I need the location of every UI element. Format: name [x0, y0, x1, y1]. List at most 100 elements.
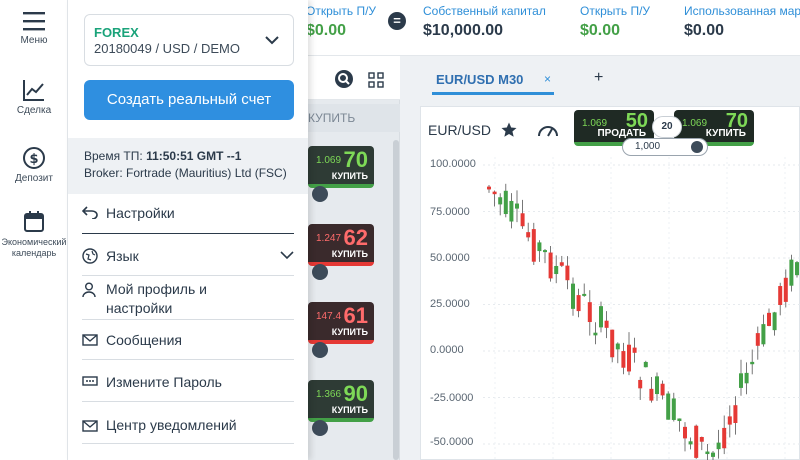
candle-body	[649, 388, 654, 401]
instrument-buy-button-3[interactable]: 147.4 61 КУПИТЬ	[308, 302, 374, 344]
candle-body	[750, 361, 755, 365]
left-rail: Меню Сделка $ Депозит Экономический кале…	[0, 0, 68, 460]
buy-label: КУПИТЬ	[705, 128, 746, 139]
candle-body	[627, 344, 631, 372]
candle-body	[492, 191, 497, 195]
candle-body	[677, 418, 682, 422]
chart-line-icon	[23, 80, 44, 101]
instrument-scrollbar[interactable]	[393, 140, 399, 460]
chevron-down-icon[interactable]	[312, 420, 328, 436]
close-icon[interactable]: ×	[544, 72, 551, 86]
speedometer-icon[interactable]	[537, 121, 559, 139]
menu-item-label: Центр уведомлений	[106, 417, 237, 433]
menu-item-label: Мой профиль и настройки	[106, 281, 207, 316]
candlestick-chart[interactable]	[421, 107, 800, 460]
server-time-value: 11:50:51 GMT --1	[146, 149, 242, 163]
menu-item-language[interactable]: Язык	[82, 236, 294, 276]
stat-equity: Собственный капитал $10,000.00	[423, 4, 546, 40]
rail-item-trade[interactable]: Сделка	[0, 78, 68, 116]
stat-open-pl-2: Открыть П/У $0.00	[580, 4, 650, 40]
menu-item-notification-center[interactable]: Центр уведомлений	[82, 402, 294, 444]
candle-body	[733, 405, 738, 423]
price-small: 1.366	[316, 389, 342, 400]
stat-used-margin: Использованная марж $0.00	[684, 4, 800, 40]
chevron-down-icon[interactable]	[312, 264, 328, 280]
menu-item-settings[interactable]: Настройки	[82, 196, 294, 234]
stat-open-pl-1: Открыть П/У $0.00	[306, 4, 376, 40]
candle-body	[621, 351, 626, 368]
rail-label-deposit: Депозит	[15, 173, 53, 184]
candle-body	[666, 393, 671, 420]
server-time-label: Время ТП:	[84, 149, 143, 163]
candle-body	[739, 373, 743, 388]
candle-body	[515, 203, 519, 209]
create-real-account-button[interactable]: Создать реальный счет	[84, 80, 294, 120]
candle-body	[727, 416, 732, 425]
candle-body	[548, 252, 553, 279]
buy-price-small: 1.069	[682, 118, 708, 129]
rail-label-trade: Сделка	[16, 105, 52, 116]
account-type: FOREX	[94, 25, 139, 40]
candle-body	[576, 295, 581, 312]
y-axis-label: 0.0000	[430, 344, 464, 356]
chevron-down-icon[interactable]	[312, 342, 328, 358]
globe-icon	[82, 248, 98, 264]
menu-item-messages[interactable]: Сообщения	[82, 320, 294, 360]
stat-label: Использованная марж	[684, 4, 800, 18]
candle-body	[755, 333, 760, 346]
candle-body	[587, 302, 592, 323]
candle-body	[520, 213, 525, 227]
main-menu-dropdown: FOREX 20180049 / USD / DEMO Создать реал…	[68, 0, 308, 460]
candle-body	[604, 320, 609, 328]
y-axis-label: 100.0000	[430, 158, 476, 170]
candle-body	[789, 259, 794, 286]
candle-body	[615, 343, 620, 350]
candle-body	[638, 379, 643, 389]
buy-label: КУПИТЬ	[331, 249, 368, 259]
star-icon[interactable]	[500, 121, 518, 139]
broker-name: Broker: Fortrade (Mauritius) Ltd (FSC)	[84, 166, 287, 180]
candle-body	[487, 186, 491, 190]
price-small: 147.4	[316, 311, 342, 322]
y-axis-label: 75.0000	[430, 206, 470, 218]
quantity-select[interactable]: 1,000	[622, 138, 708, 156]
grid-view-icon[interactable]	[368, 72, 384, 88]
candle-body	[711, 452, 715, 457]
menu-item-change-password[interactable]: Измените Пароль	[82, 360, 294, 402]
chart-tab-bar: EUR/USD M30 × +	[404, 56, 800, 100]
candle-body	[593, 332, 598, 336]
account-selector[interactable]: FOREX 20180049 / USD / DEMO	[84, 14, 294, 66]
candle-body	[531, 229, 536, 262]
instrument-buy-button-1[interactable]: 1.069 70 КУПИТЬ	[308, 146, 374, 188]
rail-item-deposit[interactable]: $ Депозит	[0, 146, 68, 184]
chevron-down-icon[interactable]	[312, 186, 328, 202]
candle-body	[537, 242, 542, 252]
rail-label-calendar: Экономический календарь	[1, 237, 67, 258]
candle-body	[722, 427, 727, 449]
price-big: 61	[343, 303, 368, 328]
instrument-buy-button-2[interactable]: 1.247 62 КУПИТЬ	[308, 224, 374, 266]
chevron-down-icon	[691, 141, 703, 153]
candle-body	[498, 197, 503, 205]
y-axis-label: -25.0000	[430, 392, 474, 404]
rail-item-calendar[interactable]: Экономический календарь	[0, 210, 68, 259]
rail-item-menu[interactable]: Меню	[0, 10, 68, 46]
stat-value: $10,000.00	[423, 22, 504, 39]
candle-body	[571, 283, 575, 309]
candle-body	[610, 329, 615, 358]
search-icon[interactable]	[334, 69, 354, 89]
calendar-icon	[24, 211, 44, 232]
add-tab-icon[interactable]: +	[594, 69, 603, 87]
candle-body	[565, 265, 570, 281]
active-tab-indicator	[432, 92, 554, 95]
price-small: 1.247	[316, 233, 342, 244]
undo-arrow-icon	[82, 206, 98, 219]
instrument-buy-button-4[interactable]: 1.366 90 КУПИТЬ	[308, 380, 374, 422]
menu-item-profile[interactable]: Мой профиль и настройки	[82, 276, 294, 320]
stat-label: Открыть П/У	[306, 4, 377, 18]
candle-body	[632, 347, 637, 353]
chart-title: EUR/USD	[428, 122, 492, 138]
chart-tab-eurusd[interactable]: EUR/USD M30	[436, 72, 523, 87]
candle-body	[660, 383, 665, 396]
instrument-panel-header	[300, 56, 400, 100]
